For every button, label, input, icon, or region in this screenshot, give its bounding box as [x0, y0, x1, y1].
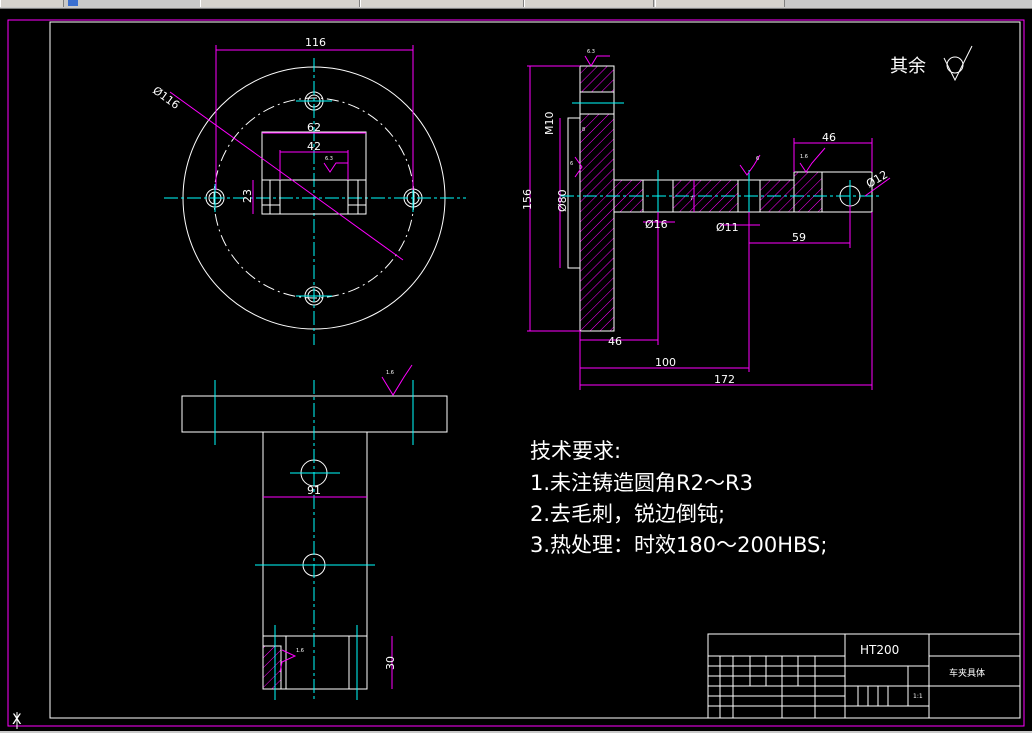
dim-diameter-main: Ø116	[150, 84, 182, 112]
section-view	[527, 55, 891, 390]
inner-border	[49, 21, 1021, 719]
dim-62: 62	[307, 121, 321, 134]
tech-line-2: 2.去毛刺，锐边倒钝;	[530, 502, 725, 526]
dim-100: 100	[655, 356, 676, 369]
dim-m10: M10	[543, 112, 556, 136]
rough-63-b: 6.3	[587, 49, 595, 55]
dim-d16: Ø16	[645, 218, 668, 231]
dim-46-top: 46	[822, 131, 836, 144]
rough-16-c: 1.6	[296, 648, 304, 654]
toolbar-tab[interactable]	[0, 0, 64, 7]
toolbar-tab[interactable]	[524, 0, 654, 7]
dim-156: 156	[521, 189, 534, 210]
dim-42: 42	[307, 140, 321, 153]
surface-note: 其余	[890, 56, 926, 77]
app-icon	[68, 0, 78, 6]
dim-d80: Ø80	[556, 189, 569, 212]
dim-lower-30: 30	[384, 656, 397, 670]
cad-drawing-canvas[interactable]: 116 Ø116 62 42 23 6.3 6.3 M10 156 Ø80 Ø1…	[0, 9, 1032, 731]
dim-lower-91: 91	[307, 484, 321, 497]
title-material: HT200	[860, 643, 899, 657]
dim-8: 8	[582, 127, 585, 133]
tech-line-3: 3.热处理：时效180～200HBS;	[530, 533, 827, 557]
title-scale: 1:1	[913, 693, 923, 700]
dim-23: 23	[241, 189, 254, 203]
dim-d11: Ø11	[716, 221, 739, 234]
top-view	[164, 45, 466, 345]
toolbar-tab[interactable]	[655, 0, 785, 7]
title-part-name: 车夹具体	[949, 667, 985, 679]
rough-6-a: 6	[756, 156, 759, 162]
toolbar-tab[interactable]	[360, 0, 524, 7]
dim-top-width: 116	[305, 36, 326, 49]
tech-heading: 技术要求:	[530, 439, 621, 463]
front-view	[181, 364, 448, 700]
dim-172: 172	[714, 373, 735, 386]
dim-46-bottom: 46	[608, 335, 622, 348]
rough-16-b: 1.6	[386, 370, 394, 376]
rough-6-b: 6	[570, 161, 573, 167]
tech-line-1: 1.未注铸造圆角R2～R3	[530, 471, 753, 495]
rough-63-a: 6.3	[325, 156, 333, 162]
toolbar-strip	[0, 0, 1032, 9]
rough-16-a: 1.6	[800, 154, 808, 160]
dim-59: 59	[792, 231, 806, 244]
roughness-symbol-icon	[943, 45, 973, 82]
toolbar-tab[interactable]	[200, 0, 360, 7]
dim-7: 7	[690, 196, 693, 202]
